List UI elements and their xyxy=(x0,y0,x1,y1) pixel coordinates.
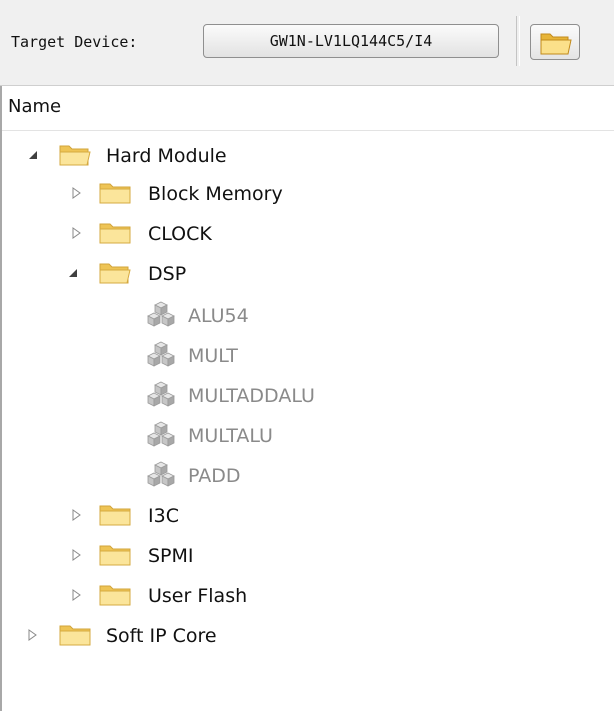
tree-node-label: MULTALU xyxy=(188,425,273,447)
tree-node-dsp[interactable]: DSP xyxy=(0,254,614,294)
tree-node-label: CLOCK xyxy=(148,223,212,245)
triangle-right-icon[interactable] xyxy=(69,588,83,602)
folder-icon xyxy=(99,505,131,526)
tree-node-label: MULTADDALU xyxy=(188,385,315,407)
tree-node-label: Block Memory xyxy=(148,183,283,205)
cubes-icon xyxy=(147,461,175,487)
folder-open-icon xyxy=(59,145,91,166)
cubes-icon xyxy=(147,301,175,327)
target-device-button[interactable]: GW1N-LV1LQ144C5/I4 xyxy=(203,24,499,58)
tree-node-label: ALU54 xyxy=(188,305,249,327)
triangle-down-icon[interactable] xyxy=(66,266,80,280)
triangle-right-icon[interactable] xyxy=(69,226,83,240)
name-column-header[interactable]: Name xyxy=(8,96,61,117)
tree-node-label: PADD xyxy=(188,465,241,487)
tree-node-block-memory[interactable]: Block Memory xyxy=(0,174,614,214)
cubes-icon xyxy=(147,381,175,407)
triangle-right-icon[interactable] xyxy=(25,628,39,642)
tree-node-multaddalu[interactable]: MULTADDALU xyxy=(0,376,614,416)
toolbar: Target Device: GW1N-LV1LQ144C5/I4 xyxy=(0,0,614,86)
tree-node-label: Hard Module xyxy=(106,145,227,167)
folder-open-icon xyxy=(540,33,572,55)
tree-node-clock[interactable]: CLOCK xyxy=(0,214,614,254)
tree-node-label: I3C xyxy=(148,505,179,527)
tree-node-label: MULT xyxy=(188,345,238,367)
tree-node-user-flash[interactable]: User Flash xyxy=(0,576,614,616)
cubes-icon xyxy=(147,341,175,367)
tree-node-soft-ip-core[interactable]: Soft IP Core xyxy=(0,616,614,656)
folder-icon xyxy=(59,625,91,646)
target-device-label: Target Device: xyxy=(11,33,138,51)
tree-node-padd[interactable]: PADD xyxy=(0,456,614,496)
column-header[interactable]: Name xyxy=(2,86,614,131)
tree-node-label: Soft IP Core xyxy=(106,625,217,647)
folder-icon xyxy=(99,545,131,566)
toolbar-separator xyxy=(516,16,520,66)
tree-node-label: DSP xyxy=(148,263,187,285)
tree-node-multalu[interactable]: MULTALU xyxy=(0,416,614,456)
triangle-right-icon[interactable] xyxy=(69,186,83,200)
open-folder-button[interactable] xyxy=(530,24,580,60)
folder-icon xyxy=(99,183,131,204)
folder-icon xyxy=(99,223,131,244)
tree-node-label: SPMI xyxy=(148,545,194,567)
cubes-icon xyxy=(147,421,175,447)
tree-node-spmi[interactable]: SPMI xyxy=(0,536,614,576)
tree-node-hard-module[interactable]: Hard Module xyxy=(0,136,614,176)
triangle-right-icon[interactable] xyxy=(69,548,83,562)
triangle-down-icon[interactable] xyxy=(26,148,40,162)
tree-node-mult[interactable]: MULT xyxy=(0,336,614,376)
folder-open-icon xyxy=(99,263,131,284)
triangle-right-icon[interactable] xyxy=(69,508,83,522)
tree-node-label: User Flash xyxy=(148,585,248,607)
tree-node-i3c[interactable]: I3C xyxy=(0,496,614,536)
folder-icon xyxy=(99,585,131,606)
tree-node-alu54[interactable]: ALU54 xyxy=(0,296,614,336)
